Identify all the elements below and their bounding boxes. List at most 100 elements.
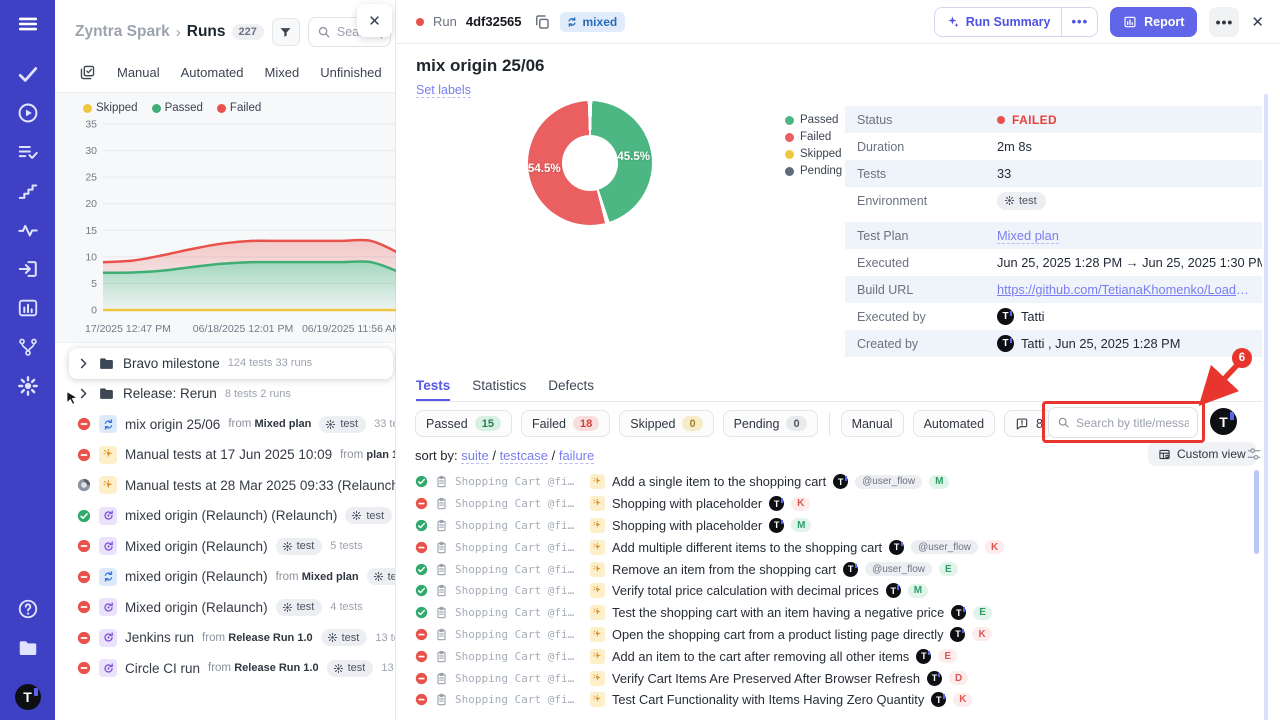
test-row[interactable]: Shopping Cart @first… Open the shopping … bbox=[415, 624, 1254, 646]
test-title[interactable]: Verify Cart Items Are Preserved After Br… bbox=[612, 671, 920, 686]
user-avatar[interactable]: T bbox=[1210, 408, 1237, 435]
filter-chip-skipped[interactable]: Skipped0 bbox=[619, 410, 713, 437]
tab-tests[interactable]: Tests bbox=[416, 378, 450, 401]
test-suite[interactable]: Shopping Cart @first… bbox=[455, 672, 577, 685]
sidebar-dashboards-chart-icon[interactable] bbox=[17, 297, 39, 319]
chevron-right-icon[interactable] bbox=[77, 357, 90, 370]
test-row[interactable]: Shopping Cart @first… Shopping with plac… bbox=[415, 515, 1254, 537]
column-settings-icon[interactable] bbox=[1246, 446, 1262, 462]
tests-search[interactable] bbox=[1048, 407, 1198, 438]
test-title[interactable]: Shopping with placeholder bbox=[612, 496, 762, 511]
tab-defects[interactable]: Defects bbox=[548, 378, 594, 401]
sort-by-failure[interactable]: failure bbox=[559, 448, 594, 464]
filter-chip-failed[interactable]: Failed18 bbox=[521, 410, 610, 437]
sidebar-projects-folder-icon[interactable] bbox=[17, 637, 39, 659]
test-row[interactable]: Shopping Cart @first… Verify total price… bbox=[415, 580, 1254, 602]
tab-statistics[interactable]: Statistics bbox=[472, 378, 526, 401]
test-suite[interactable]: Shopping Cart @first… bbox=[455, 475, 577, 488]
runs-list-item[interactable]: mixed origin (Relaunch) (Relaunch)test bbox=[55, 501, 395, 532]
close-detail-button[interactable]: ✕ bbox=[1251, 13, 1264, 31]
test-title[interactable]: Add an item to the cart after removing a… bbox=[612, 649, 909, 664]
runs-list-item[interactable]: Release: Rerun8 tests 2 runs bbox=[55, 379, 395, 410]
sidebar-launcher-import-icon[interactable] bbox=[17, 258, 39, 280]
test-plan-link[interactable]: Mixed plan bbox=[997, 228, 1059, 244]
sort-by-suite[interactable]: suite bbox=[461, 448, 488, 464]
runs-list-item[interactable]: mixed origin (Relaunch)from Mixed plante… bbox=[55, 562, 395, 593]
test-title[interactable]: Shopping with placeholder bbox=[612, 518, 762, 533]
test-row[interactable]: Shopping Cart @first… Add an item to the… bbox=[415, 645, 1254, 667]
test-title[interactable]: Add multiple different items to the shop… bbox=[612, 540, 882, 555]
sidebar-settings-gear-icon[interactable] bbox=[17, 375, 39, 397]
breadcrumb-project[interactable]: Zyntra Spark bbox=[75, 23, 170, 41]
test-row[interactable]: Shopping Cart @first… Add multiple diffe… bbox=[415, 536, 1254, 558]
panel-scrollbar-track[interactable] bbox=[1264, 94, 1268, 720]
runs-list-item[interactable]: Manual tests at 17 Jun 2025 10:09from pl… bbox=[55, 440, 395, 471]
test-row[interactable]: Shopping Cart @first… Verify Cart Items … bbox=[415, 667, 1254, 689]
sidebar-hamburger-menu-icon[interactable] bbox=[17, 13, 39, 35]
test-suite[interactable]: Shopping Cart @first… bbox=[455, 628, 577, 641]
test-suite[interactable]: Shopping Cart @first… bbox=[455, 541, 577, 554]
more-actions-button[interactable]: ••• bbox=[1209, 7, 1239, 37]
select-all-icon[interactable] bbox=[79, 64, 96, 81]
test-title[interactable]: Verify total price calculation with deci… bbox=[612, 583, 879, 598]
results-donut-chart: 45.5% 54.5% bbox=[528, 101, 652, 225]
sidebar-help-icon[interactable] bbox=[17, 598, 39, 620]
testcase-clipboard-icon bbox=[435, 650, 448, 663]
sidebar-user-avatar[interactable]: T bbox=[15, 684, 41, 710]
filter-button[interactable] bbox=[272, 18, 300, 46]
test-suite[interactable]: Shopping Cart @first… bbox=[455, 497, 577, 510]
runs-tab-automated[interactable]: Automated bbox=[181, 65, 244, 80]
sidebar-activity-pulse-icon[interactable] bbox=[17, 219, 39, 241]
set-labels-link[interactable]: Set labels bbox=[416, 83, 471, 98]
runs-list-item[interactable]: Manual tests at 28 Mar 2025 09:33 (Relau… bbox=[55, 470, 395, 501]
test-title[interactable]: Open the shopping cart from a product li… bbox=[612, 627, 943, 642]
test-suite[interactable]: Shopping Cart @first… bbox=[455, 563, 577, 576]
copy-run-id-button[interactable] bbox=[533, 13, 551, 31]
test-suite[interactable]: Shopping Cart @first… bbox=[455, 693, 577, 706]
sidebar-runs-play-icon[interactable] bbox=[17, 102, 39, 124]
run-title: Mixed origin (Relaunch) bbox=[125, 539, 268, 554]
runs-list-item[interactable]: Mixed origin (Relaunch)test5 tests bbox=[55, 531, 395, 562]
sort-by-testcase[interactable]: testcase bbox=[500, 448, 548, 464]
run-summary-more-button[interactable]: ••• bbox=[1061, 8, 1097, 36]
runs-list-item[interactable]: Bravo milestone124 tests 33 runs bbox=[69, 348, 393, 379]
test-row[interactable]: Shopping Cart @first… Test the shopping … bbox=[415, 602, 1254, 624]
test-title[interactable]: Test the shopping cart with an item havi… bbox=[612, 605, 944, 620]
filter-chip-manual[interactable]: Manual bbox=[841, 410, 904, 437]
test-row[interactable]: Shopping Cart @first… Shopping with plac… bbox=[415, 493, 1254, 515]
tests-search-input[interactable] bbox=[1076, 416, 1189, 430]
comment-exclaim-chip[interactable]: 8 bbox=[1004, 410, 1054, 437]
test-suite[interactable]: Shopping Cart @first… bbox=[455, 606, 577, 619]
test-title[interactable]: Add a single item to the shopping cart bbox=[612, 474, 826, 489]
runs-tab-unfinished[interactable]: Unfinished bbox=[320, 65, 381, 80]
filter-chip-automated[interactable]: Automated bbox=[913, 410, 995, 437]
test-row[interactable]: Shopping Cart @first… Remove an item fro… bbox=[415, 558, 1254, 580]
run-summary-button[interactable]: Run Summary ••• bbox=[934, 7, 1098, 37]
report-button[interactable]: Report bbox=[1110, 7, 1197, 37]
breadcrumb-section[interactable]: Runs bbox=[187, 23, 226, 41]
panel-close-button[interactable]: ✕ bbox=[357, 4, 392, 37]
runs-tab-manual[interactable]: Manual bbox=[117, 65, 160, 80]
filter-chip-pending[interactable]: Pending0 bbox=[723, 410, 818, 437]
filter-chip-passed[interactable]: Passed15 bbox=[415, 410, 512, 437]
test-suite[interactable]: Shopping Cart @first… bbox=[455, 650, 577, 663]
sidebar-integrations-branch-icon[interactable] bbox=[17, 336, 39, 358]
sidebar-suites-list-icon[interactable] bbox=[17, 141, 39, 163]
test-row[interactable]: Shopping Cart @first… Test Cart Function… bbox=[415, 689, 1254, 711]
runs-tab-mixed[interactable]: Mixed bbox=[265, 65, 300, 80]
sidebar-milestones-steps-icon[interactable] bbox=[17, 180, 39, 202]
svg-text:15: 15 bbox=[85, 225, 97, 237]
runs-list-item[interactable]: mix origin 25/06from Mixed plantest33 te… bbox=[55, 409, 395, 440]
test-suite[interactable]: Shopping Cart @first… bbox=[455, 584, 577, 597]
test-suite[interactable]: Shopping Cart @first… bbox=[455, 519, 577, 532]
sidebar-tests-check-icon[interactable] bbox=[17, 63, 39, 85]
runs-list-item[interactable]: Jenkins runfrom Release Run 1.0test13 te… bbox=[55, 623, 395, 654]
build-url-link[interactable]: https://github.com/TetianaKhomenko/Load-… bbox=[997, 282, 1252, 297]
test-row[interactable]: Shopping Cart @first… Add a single item … bbox=[415, 471, 1254, 493]
tests-scrollbar-thumb[interactable] bbox=[1254, 470, 1259, 554]
test-title[interactable]: Remove an item from the shopping cart bbox=[612, 562, 836, 577]
test-title[interactable]: Test Cart Functionality with Items Havin… bbox=[612, 692, 924, 707]
custom-view-button[interactable]: Custom view bbox=[1148, 442, 1256, 466]
runs-list-item[interactable]: Circle CI runfrom Release Run 1.0test13 … bbox=[55, 653, 395, 684]
runs-list-item[interactable]: Mixed origin (Relaunch)test4 tests bbox=[55, 592, 395, 623]
